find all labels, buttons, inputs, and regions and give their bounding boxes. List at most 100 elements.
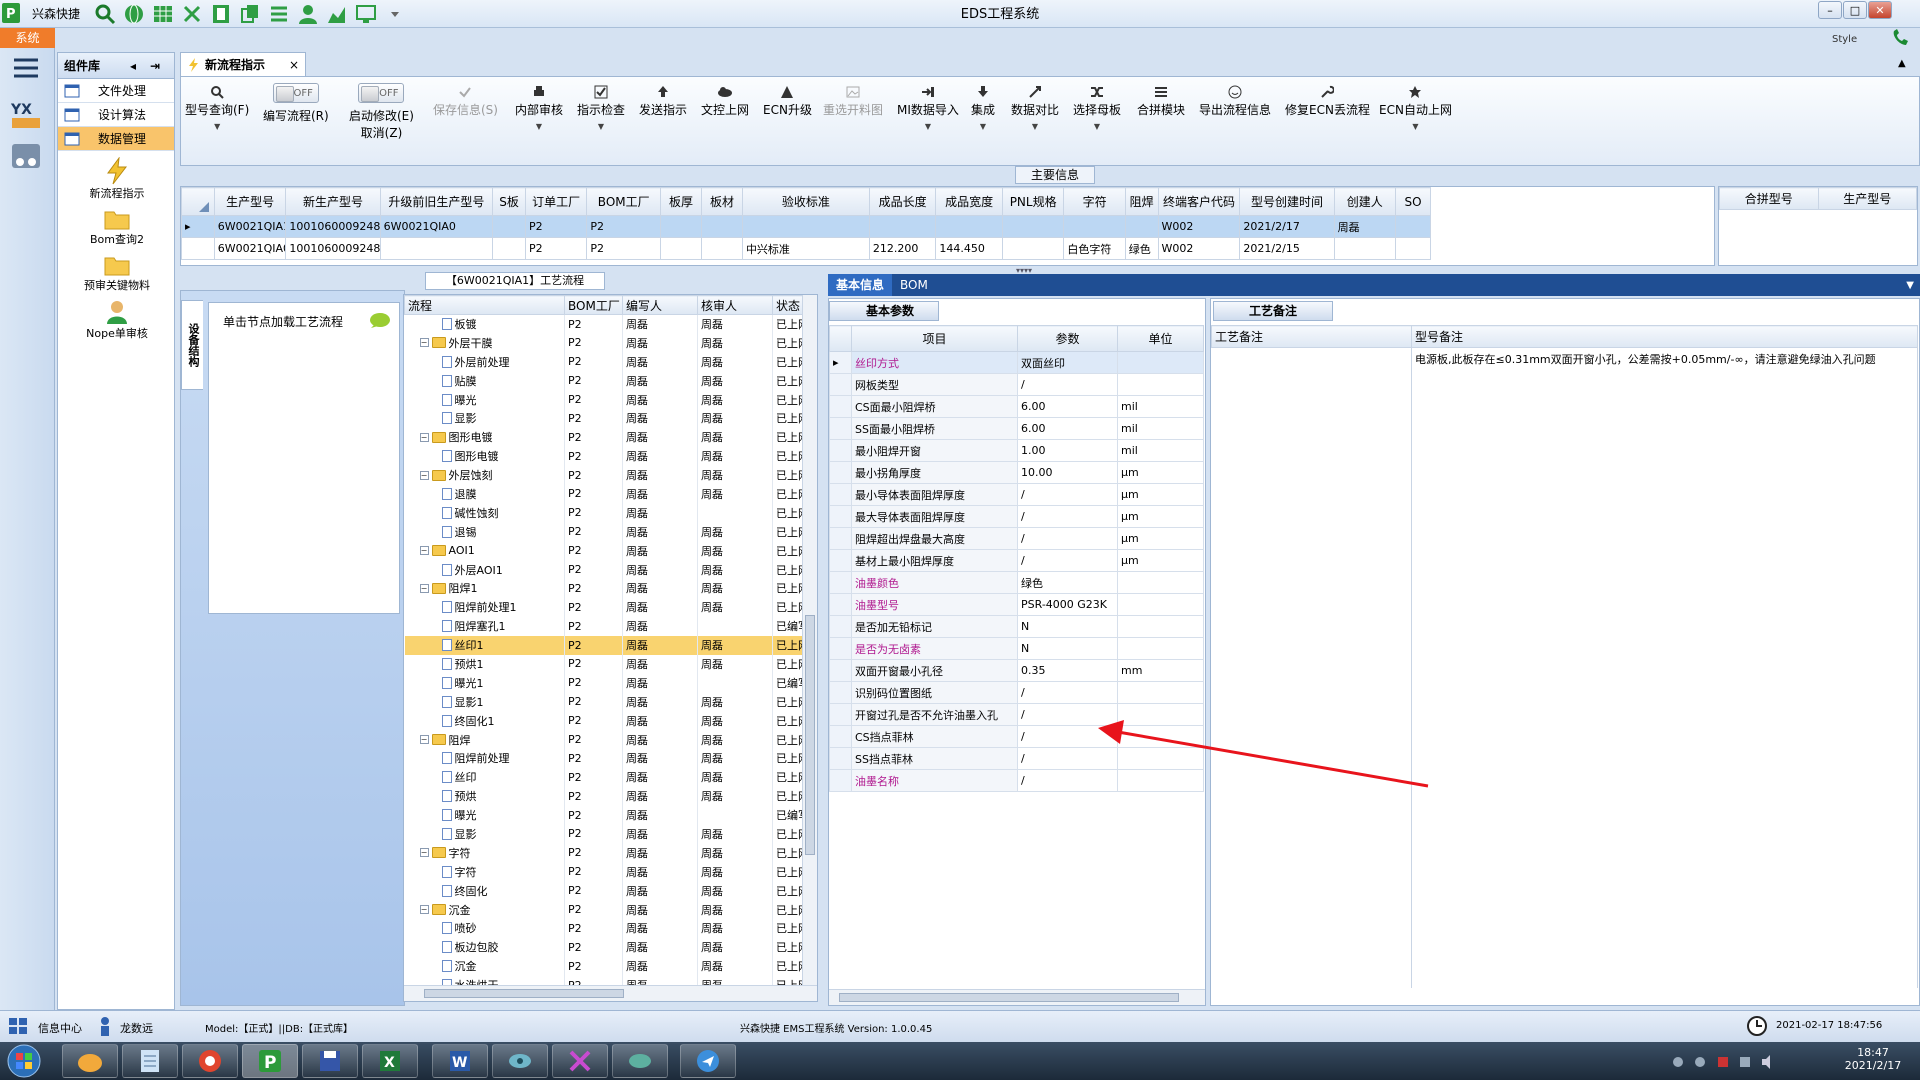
column-header[interactable]: BOM工厂 xyxy=(564,295,623,315)
column-header[interactable]: 终端客户代码 xyxy=(1157,187,1241,216)
ecn-upgrade-button[interactable]: ECN升级 xyxy=(763,83,812,118)
system-tray-icons[interactable] xyxy=(1670,1054,1780,1070)
tree-node[interactable]: 退膜 P2 周磊 周磊 已上网 xyxy=(404,484,813,504)
table-cell[interactable]: P2 xyxy=(586,237,662,260)
send-instruction-button[interactable]: 发送指示 xyxy=(639,83,687,118)
save-info-button[interactable]: 保存信息(S) xyxy=(433,83,498,118)
tree-node-name-cell[interactable]: 终固化 xyxy=(404,881,565,901)
param-row[interactable]: 油墨型号 PSR-4000 G23K xyxy=(829,593,1204,616)
param-value[interactable]: 1.00 xyxy=(1017,439,1118,462)
table-cell[interactable]: 10010600092482 xyxy=(285,215,381,238)
instruction-check-button[interactable]: 指示检查 ▼ xyxy=(577,83,625,131)
param-row[interactable]: 是否加无铅标记 N xyxy=(829,615,1204,638)
column-header[interactable]: 阻焊 xyxy=(1124,187,1159,216)
column-header[interactable]: 生产型号 xyxy=(213,187,287,216)
column-header[interactable]: 型号创建时间 xyxy=(1239,187,1335,216)
taskbar-viewer-icon[interactable] xyxy=(492,1044,548,1078)
param-value[interactable]: / xyxy=(1017,373,1118,396)
params-hscrollbar[interactable] xyxy=(829,989,1205,1005)
column-header[interactable]: 升级前旧生产型号 xyxy=(379,187,494,216)
table-cell[interactable] xyxy=(379,237,494,260)
collapse-toggle-icon[interactable]: − xyxy=(419,546,429,556)
collapse-toggle-icon[interactable]: − xyxy=(419,848,429,858)
column-merge-model[interactable]: 合拼型号 xyxy=(1719,187,1819,210)
tree-node-name-cell[interactable]: 外层前处理 xyxy=(404,352,565,372)
tab-basic-info[interactable]: 基本信息 xyxy=(828,274,893,296)
equipment-structure-tab[interactable]: 设备结构 xyxy=(181,300,203,390)
component-nope-review[interactable]: Nope单审核 xyxy=(58,293,176,341)
taskbar-eds-app-icon[interactable]: P xyxy=(242,1044,298,1078)
column-header[interactable]: 核审人 xyxy=(697,295,773,315)
table-cell[interactable] xyxy=(1001,237,1065,260)
table-cell[interactable] xyxy=(741,215,870,238)
param-row[interactable]: 油墨颜色 绿色 xyxy=(829,571,1204,594)
phone-icon[interactable] xyxy=(1890,28,1912,48)
table-cell[interactable]: 6W0021QIA1 xyxy=(213,215,287,238)
taskbar-xmind-icon[interactable] xyxy=(552,1044,608,1078)
close-button[interactable]: ✕ xyxy=(1868,1,1892,19)
param-row[interactable]: SS面最小阻焊桥 6.00 mil xyxy=(829,417,1204,440)
tree-node-name-cell[interactable]: − 字符 xyxy=(404,843,565,863)
table-row[interactable]: ▸ 6W0021QIA1 10010600092482 6W0021QIA0 P2 P2 W… xyxy=(181,215,1431,238)
toolbox-icon[interactable] xyxy=(10,140,42,172)
tabs-dropdown-icon[interactable]: ▼ xyxy=(1906,280,1914,291)
param-value[interactable]: 6.00 xyxy=(1017,417,1118,440)
component-new-process[interactable]: 新流程指示 xyxy=(58,151,176,201)
column-header[interactable]: 板厚 xyxy=(660,187,702,216)
monitor-icon[interactable] xyxy=(353,2,379,26)
tree-node-name-cell[interactable]: − AOI1 xyxy=(404,541,565,561)
tree-node-name-cell[interactable]: 显影 xyxy=(404,408,565,428)
param-value[interactable]: 双面丝印 xyxy=(1017,351,1118,374)
taskbar-shell-icon[interactable] xyxy=(62,1044,118,1078)
system-tab[interactable]: 系统 xyxy=(0,28,55,48)
column-header[interactable]: PNL规格 xyxy=(1001,187,1065,216)
tree-node-name-cell[interactable]: 阻焊前处理1 xyxy=(404,597,565,617)
splitter-handle[interactable]: ▾▾▾▾ xyxy=(1016,266,1056,275)
column-header[interactable]: S板 xyxy=(492,187,526,216)
param-row[interactable]: 最小阻焊开窗 1.00 mil xyxy=(829,439,1204,462)
table-cell[interactable]: 6W0021QIA0 xyxy=(213,237,287,260)
tree-node[interactable]: 显影 P2 周磊 周磊 已上网 xyxy=(404,408,813,428)
collapse-toggle-icon[interactable]: − xyxy=(419,905,429,915)
integrate-button[interactable]: 集成 ▼ xyxy=(971,83,995,131)
fix-ecn-button[interactable]: 修复ECN丢流程 xyxy=(1285,83,1370,118)
param-value[interactable]: PSR-4000 G23K xyxy=(1017,593,1118,616)
tree-node[interactable]: 碱性蚀刻 P2 周磊 已上网 xyxy=(404,503,813,523)
param-value[interactable]: / xyxy=(1017,681,1118,704)
tree-node[interactable]: 沉金 P2 周磊 周磊 已上网 xyxy=(404,956,813,976)
tree-node-name-cell[interactable]: 丝印1 xyxy=(404,635,565,655)
table-cell[interactable] xyxy=(1395,237,1431,260)
tree-node[interactable]: 退锡 P2 周磊 周磊 已上网 xyxy=(404,522,813,542)
tree-node[interactable]: − AOI1 P2 周磊 周磊 已上网 xyxy=(404,541,813,561)
tree-node[interactable]: − 阻焊1 P2 周磊 周磊 已上网 xyxy=(404,578,813,598)
table-cell[interactable]: 周磊 xyxy=(1333,215,1397,238)
tree-node-name-cell[interactable]: 板镀 xyxy=(404,314,565,334)
tree-node[interactable]: 曝光 P2 周磊 已编写 xyxy=(404,805,813,825)
param-row[interactable]: 最小导体表面阻焊厚度 / μm xyxy=(829,483,1204,506)
tree-node-name-cell[interactable]: 显影 xyxy=(404,824,565,844)
internal-review-button[interactable]: 内部审核 ▼ xyxy=(515,83,563,131)
column-header[interactable]: 成品长度 xyxy=(868,187,937,216)
tree-node[interactable]: 曝光 P2 周磊 周磊 已上网 xyxy=(404,390,813,409)
customize-dropdown-icon[interactable] xyxy=(382,2,408,26)
table-cell[interactable]: 白色字符 xyxy=(1063,237,1126,260)
taskbar-messenger-icon[interactable] xyxy=(680,1044,736,1078)
column-header[interactable]: 单位 xyxy=(1117,325,1204,352)
param-value[interactable]: / xyxy=(1017,483,1118,506)
list-icon[interactable] xyxy=(266,2,292,26)
tree-node[interactable]: 字符 P2 周磊 周磊 已上网 xyxy=(404,862,813,882)
table-cell[interactable] xyxy=(1124,215,1159,238)
column-header[interactable]: 创建人 xyxy=(1333,187,1397,216)
tree-node-name-cell[interactable]: 外层AOI1 xyxy=(404,560,565,579)
column-header[interactable]: 字符 xyxy=(1063,187,1126,216)
table-cell[interactable]: P2 xyxy=(586,215,662,238)
tree-node[interactable]: 阻焊前处理1 P2 周磊 周磊 已上网 xyxy=(404,597,813,617)
table-cell[interactable]: 6W0021QIA0 xyxy=(379,215,494,238)
doc-upload-button[interactable]: 文控上网 xyxy=(701,83,749,118)
column-header[interactable]: 编写人 xyxy=(622,295,698,315)
table-cell[interactable] xyxy=(701,215,743,238)
tree-node[interactable]: 终固化 P2 周磊 周磊 已上网 xyxy=(404,881,813,901)
tree-node[interactable]: − 外层干膜 P2 周磊 周磊 已上网 xyxy=(404,333,813,353)
table-cell[interactable] xyxy=(660,215,702,238)
param-value[interactable]: N xyxy=(1017,637,1118,660)
